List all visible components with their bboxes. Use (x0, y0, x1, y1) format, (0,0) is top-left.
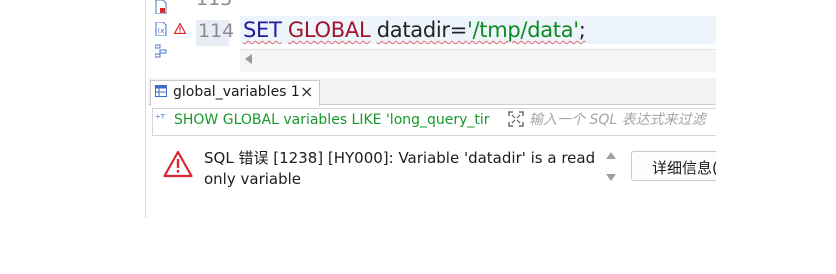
line-number: 113 (196, 0, 232, 10)
app-left-border (145, 0, 146, 218)
outline-icon (155, 44, 167, 58)
string-literal: '/tmp/data' (467, 18, 579, 42)
tab-label: global_variables 1 (173, 84, 300, 100)
error-message: SQL 错误 [1238] [HY000]: Variable 'datadir… (204, 149, 596, 188)
keyword-global: GLOBAL (287, 18, 371, 42)
message-scroll-up[interactable] (606, 152, 616, 159)
svg-text:(x): (x) (158, 27, 168, 35)
line-number-current: 114 (196, 20, 234, 46)
tab-close-icon[interactable]: × (300, 82, 313, 101)
details-button[interactable]: 详细信息( (631, 151, 721, 181)
keyword-set: SET (243, 18, 282, 42)
variable-icon: (x) (155, 22, 167, 36)
expand-icon[interactable] (508, 111, 524, 127)
scroll-left-arrow[interactable] (245, 54, 252, 64)
sql-statement[interactable]: SET GLOBAL datadir='/tmp/data'; (243, 18, 586, 42)
warning-marker-icon (174, 23, 186, 34)
error-warning-icon (163, 150, 193, 178)
editor-horizontal-scrollbar[interactable] (240, 49, 716, 72)
file-error-icon (155, 0, 167, 14)
filter-input[interactable] (529, 111, 716, 129)
blank-area (716, 0, 836, 274)
table-icon (155, 85, 167, 97)
active-query-text: SHOW GLOBAL variables LIKE 'long_query_t… (174, 112, 490, 128)
identifier-assignment: datadir= (376, 18, 468, 42)
message-scroll-down[interactable] (606, 174, 616, 181)
query-text-icon: ⁺ᵀ (155, 112, 166, 125)
statement-terminator: ; (578, 18, 586, 42)
